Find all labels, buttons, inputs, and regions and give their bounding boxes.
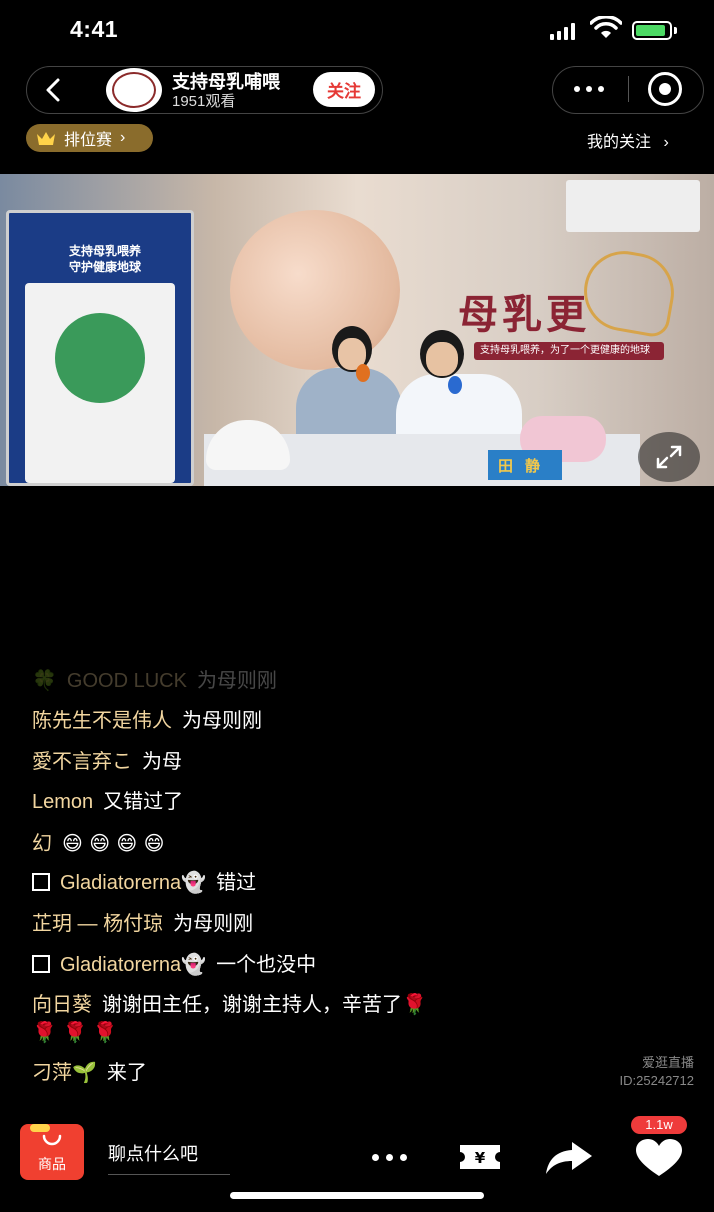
share-icon[interactable] [542,1138,594,1176]
chat-message: Gladiatorerna👻 错过 [32,869,652,897]
home-indicator [230,1192,484,1199]
tip-icon[interactable]: ¥ [456,1142,504,1172]
chat-message: 向日葵 谢谢田主任，谢谢主持人，辛苦了🌹 🌹 🌹 🌹 [32,991,652,1047]
chat-text: 为母 [142,751,182,773]
hospital-logo-image [566,180,700,232]
chat-text: 😄 😄 😄 😄 [62,831,165,855]
goods-button[interactable]: 商品 [20,1124,84,1180]
chat-text: 又错过了 [103,791,184,813]
watermark-id: ID:25242712 [619,1073,694,1088]
watermark-platform: 爱逛直播 [641,1055,694,1070]
chat-user[interactable]: GOOD LUCK [67,670,187,692]
banner-title: 支持母乳喂养 守护健康地球 [69,244,142,274]
crown-icon [37,132,55,145]
svg-text:¥: ¥ [475,1149,486,1167]
chat-user[interactable]: Gladiatorerna👻 [60,872,206,894]
chat-input[interactable] [108,1134,230,1175]
chat-user[interactable]: Lemon [32,791,93,813]
chat-text: 错过 [216,872,257,894]
chat-message: 刁萍🌱 来了 [32,1059,652,1087]
chat-user[interactable]: 向日葵 [32,994,92,1016]
goods-highlight [30,1124,50,1132]
more-actions-button[interactable] [364,1148,414,1166]
chat-user[interactable]: Gladiatorerna👻 [60,954,206,976]
rank-label: 排位赛 [64,132,113,149]
chevron-right-icon: › [663,134,669,151]
chat-text: 为母则刚 [182,710,262,732]
microphone-orange [356,364,370,382]
chat-user[interactable]: 陈先生不是伟人 [32,710,172,732]
chat-text: 谢谢田主任，谢谢主持人，辛苦了🌹 [102,994,427,1016]
expand-icon [656,445,682,469]
chat-message: 幻 😄 😄 😄 😄 [32,829,652,858]
wifi-icon [590,16,622,38]
avatar[interactable] [106,68,162,112]
bag-icon [42,1134,62,1146]
status-time: 4:41 [70,16,119,42]
close-icon[interactable] [648,72,682,106]
chevron-right-icon: › [120,129,126,146]
more-icon[interactable] [574,82,610,96]
rollup-banner-image: 支持母乳喂养 守护健康地球 [6,210,194,486]
host-person-right [396,330,542,442]
chat-message: 🍀 GOOD LUCK 为母则刚 [32,667,652,695]
chat-user[interactable]: 幻 [32,833,52,855]
battery-nub [674,27,677,34]
chat-message: Gladiatorerna👻 一个也没中 [32,951,652,979]
badge-box-icon [32,955,50,973]
goods-label: 商品 [38,1156,66,1172]
chat-message: 芷玥 — 杨付琼 为母则刚 [32,910,652,938]
chat-message: 陈先生不是伟人 为母则刚 [32,707,652,735]
chat-text: 为母则刚 [173,913,254,935]
chat-user[interactable]: 芷玥 — 杨付琼 [32,913,163,935]
host-person-left [296,326,402,442]
my-follow-link[interactable]: 我的关注 › [587,128,669,152]
platform-watermark: 爱逛直播 ID:25242712 [620,1054,694,1090]
heart-icon[interactable] [634,1138,684,1178]
chat-user[interactable]: 刁萍🌱 [32,1062,97,1084]
cellular-signal-icon [550,22,578,40]
chat-user[interactable]: 愛不言弃こ [32,751,132,773]
chat-text-continued: 🌹 🌹 🌹 [32,1022,118,1044]
chat-message: 愛不言弃こ 为母 [32,748,652,776]
follow-button[interactable]: 关注 [313,72,375,107]
battery-icon [632,21,672,40]
chat-text: 为母则刚 [196,670,277,692]
microphone-blue [448,376,462,394]
chat-message: Lemon 又错过了 [32,788,652,816]
like-count-badge: 1.1w [631,1116,687,1134]
rank-button[interactable]: 排位赛 › [26,124,153,152]
capsule-divider [628,76,629,102]
chat-text: 一个也没中 [216,954,317,976]
nameplate: 田静 [488,450,562,480]
chat-text: 来了 [106,1062,147,1084]
back-icon[interactable] [40,76,68,104]
fullscreen-button[interactable] [638,432,700,482]
viewer-count: 1951观看 [172,93,236,110]
my-follow-label: 我的关注 [587,134,652,151]
badge-box-icon [32,873,50,891]
clover-icon: 🍀 [32,670,57,692]
